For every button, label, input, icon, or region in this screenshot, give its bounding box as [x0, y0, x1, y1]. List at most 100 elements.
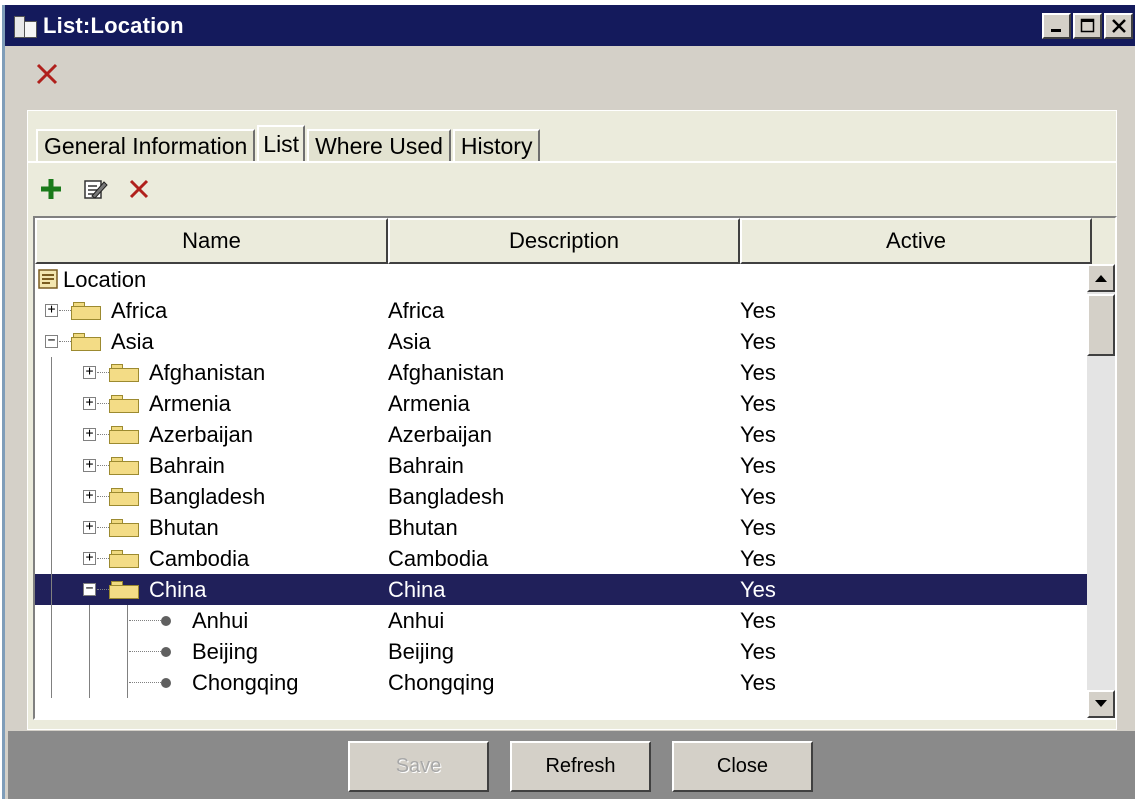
- cell-description: China: [388, 577, 446, 602]
- folder-icon: [109, 426, 139, 444]
- column-header-active[interactable]: Active: [740, 218, 1092, 264]
- add-plus-icon[interactable]: [38, 176, 64, 202]
- main-toolbar: [5, 46, 1135, 104]
- cell-description: Bahrain: [388, 453, 464, 478]
- tab-list[interactable]: List: [257, 125, 306, 163]
- column-header-name[interactable]: Name: [35, 218, 388, 264]
- title-bar[interactable]: List:Location: [5, 5, 1135, 46]
- cell-name: Anhui: [192, 608, 249, 633]
- folder-icon: [109, 488, 139, 506]
- cell-name: Bangladesh: [149, 484, 266, 509]
- cell-name: Africa: [111, 298, 168, 323]
- table-row[interactable]: + Armenia Armenia Yes: [35, 388, 1087, 419]
- cell-description: Beijing: [388, 639, 455, 664]
- expand-icon[interactable]: +: [83, 489, 96, 503]
- folder-icon: [109, 457, 139, 475]
- folder-open-icon: [71, 333, 101, 351]
- cell-description: Bhutan: [388, 515, 458, 540]
- cell-active: Yes: [740, 546, 776, 571]
- tab-panel: General Information List Where Used History…: [27, 110, 1117, 730]
- cell-active: Yes: [740, 360, 776, 385]
- table-row[interactable]: + Africa Africa Yes: [35, 295, 1087, 326]
- bullet-icon: [161, 647, 171, 657]
- refresh-button[interactable]: Refresh: [510, 741, 651, 792]
- list-location-window: List:Location General Information List Whe…: [2, 5, 1135, 799]
- edit-icon[interactable]: [82, 176, 108, 202]
- cell-active: Yes: [740, 639, 776, 664]
- cell-description: Afghanistan: [388, 360, 505, 385]
- table-row[interactable]: Beijing Beijing Yes: [35, 636, 1087, 667]
- cell-description: Armenia: [388, 391, 470, 416]
- save-button[interactable]: Save: [348, 741, 489, 792]
- expand-icon[interactable]: +: [83, 520, 96, 534]
- folder-icon: [109, 550, 139, 568]
- close-icon[interactable]: [1104, 13, 1133, 39]
- expand-icon[interactable]: +: [83, 551, 96, 565]
- list-root-icon: [38, 269, 58, 289]
- cell-name: Location: [63, 267, 147, 292]
- vertical-scrollbar[interactable]: [1087, 264, 1115, 718]
- cell-description: Anhui: [388, 608, 445, 633]
- footer-bar: Save Refresh Close: [8, 731, 1135, 799]
- cell-active: Yes: [740, 670, 776, 695]
- tree-rows: Location + Africa Africa Yes − Asia Asia Yes + Afg…: [35, 264, 1087, 718]
- cell-name: Chongqing: [192, 670, 299, 695]
- table-row[interactable]: + Bahrain Bahrain Yes: [35, 450, 1087, 481]
- cell-description: Africa: [388, 298, 445, 323]
- maximize-icon[interactable]: [1073, 13, 1102, 39]
- cell-name: Bhutan: [149, 515, 219, 540]
- cell-description: Asia: [388, 329, 431, 354]
- tab-general-information[interactable]: General Information: [36, 129, 256, 163]
- cell-active: Yes: [740, 515, 776, 540]
- folder-icon: [71, 302, 101, 320]
- cell-description: Cambodia: [388, 546, 489, 571]
- expand-icon[interactable]: +: [45, 303, 58, 317]
- cell-name: Bahrain: [149, 453, 225, 478]
- cell-active: Yes: [740, 577, 776, 602]
- expand-icon[interactable]: +: [83, 396, 96, 410]
- table-row[interactable]: + Azerbaijan Azerbaijan Yes: [35, 419, 1087, 450]
- table-row[interactable]: + Afghanistan Afghanistan Yes: [35, 357, 1087, 388]
- cell-description: Bangladesh: [388, 484, 505, 509]
- table-row[interactable]: + Bangladesh Bangladesh Yes: [35, 481, 1087, 512]
- minimize-icon[interactable]: [1042, 13, 1071, 39]
- cell-name: Afghanistan: [149, 360, 266, 385]
- scroll-thumb[interactable]: [1087, 294, 1115, 356]
- table-row[interactable]: Location: [35, 264, 1087, 295]
- bullet-icon: [161, 678, 171, 688]
- cell-name: Armenia: [149, 391, 231, 416]
- table-row[interactable]: Anhui Anhui Yes: [35, 605, 1087, 636]
- cell-active: Yes: [740, 329, 776, 354]
- table-row[interactable]: − China China Yes: [35, 574, 1087, 605]
- table-row[interactable]: + Cambodia Cambodia Yes: [35, 543, 1087, 574]
- delete-x-icon[interactable]: [126, 176, 152, 202]
- expand-icon[interactable]: +: [83, 427, 96, 441]
- red-x-icon[interactable]: [33, 60, 61, 88]
- folder-icon: [109, 395, 139, 413]
- table-row[interactable]: Chongqing Chongqing Yes: [35, 667, 1087, 698]
- close-button[interactable]: Close: [672, 741, 813, 792]
- expand-icon[interactable]: +: [83, 458, 96, 472]
- cell-name: Asia: [111, 329, 154, 354]
- scroll-up-icon[interactable]: [1087, 264, 1115, 292]
- cell-name: Beijing: [192, 639, 259, 664]
- bullet-icon: [161, 616, 171, 626]
- grid-header: Name Description Active: [35, 218, 1115, 264]
- collapse-icon[interactable]: −: [45, 334, 58, 348]
- table-row[interactable]: − Asia Asia Yes: [35, 326, 1087, 357]
- tab-history[interactable]: History: [452, 129, 541, 163]
- cell-active: Yes: [740, 484, 776, 509]
- cell-active: Yes: [740, 422, 776, 447]
- column-header-description[interactable]: Description: [388, 218, 740, 264]
- expand-icon[interactable]: +: [83, 365, 96, 379]
- tab-where-used[interactable]: Where Used: [307, 129, 451, 163]
- building-icon: [13, 13, 39, 39]
- cell-active: Yes: [740, 453, 776, 478]
- collapse-icon[interactable]: −: [83, 582, 96, 596]
- folder-icon: [109, 364, 139, 382]
- cell-name: Cambodia: [149, 546, 250, 571]
- table-row[interactable]: + Bhutan Bhutan Yes: [35, 512, 1087, 543]
- cell-description: Azerbaijan: [388, 422, 492, 447]
- tab-strip: General Information List Where Used History: [36, 121, 542, 163]
- scroll-down-icon[interactable]: [1087, 690, 1115, 718]
